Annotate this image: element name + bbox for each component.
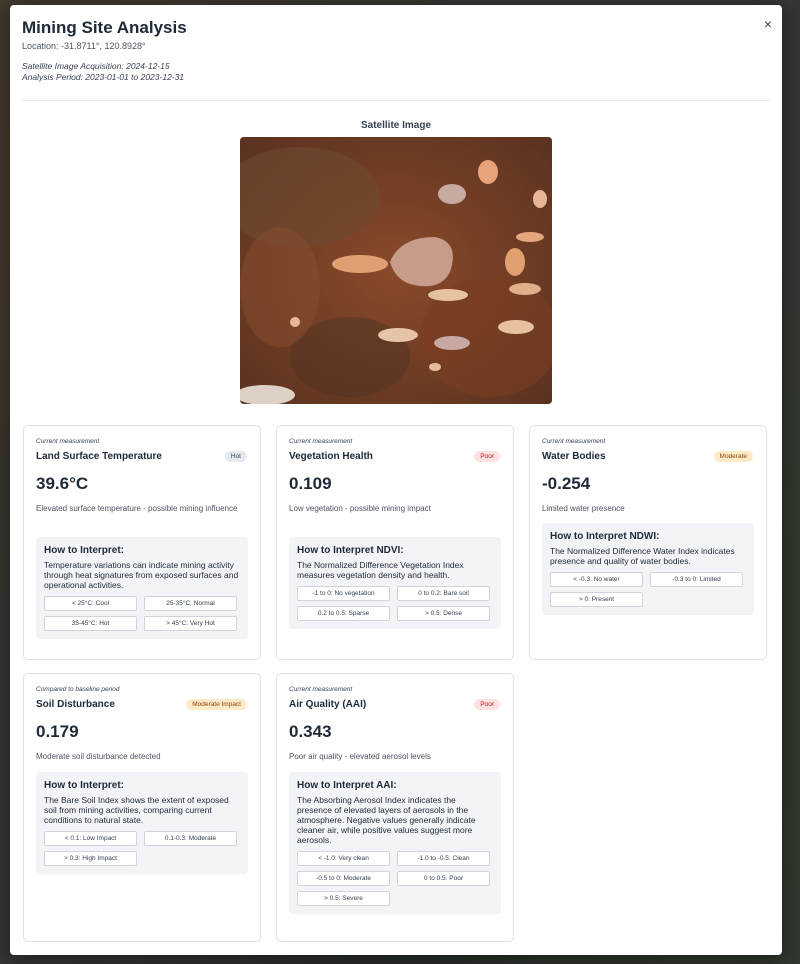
interpretation-text: The Bare Soil Index shows the extent of …	[44, 795, 229, 825]
interpretation-box: How to Interpret NDVI: The Normalized Di…	[289, 537, 501, 629]
range-chips: < -0.3: No water -0.3 to 0: Limited > 0:…	[550, 572, 746, 607]
range-chips: -1 to 0: No vegetation 0 to 0.2: Bare so…	[297, 586, 493, 621]
range-chip: > 0: Present	[550, 592, 643, 607]
card-vegetation-health: Current measurement Vegetation Health Po…	[276, 425, 514, 660]
metric-description: Low vegetation - possible mining impact	[289, 504, 431, 513]
interpretation-text: The Normalized Difference Vegetation Ind…	[297, 560, 464, 580]
range-chip: -1 to 0: No vegetation	[297, 586, 390, 601]
interpretation-box: How to Interpret AAI: The Absorbing Aero…	[289, 772, 501, 914]
card-title: Land Surface Temperature	[36, 451, 162, 462]
interpretation-heading: How to Interpret AAI:	[297, 780, 397, 791]
range-chip: > 0.3: High Impact	[44, 851, 137, 866]
location-text: Location: -31.8711°, 120.8928°	[22, 41, 146, 51]
status-badge: Poor	[474, 699, 500, 710]
range-chips: < 0.1: Low Impact 0.1-0.3: Moderate > 0.…	[44, 831, 240, 866]
card-soil-disturbance: Compared to baseline period Soil Disturb…	[23, 673, 261, 942]
range-chip: 0.2 to 0.5: Sparse	[297, 606, 390, 621]
metric-value: 0.109	[289, 474, 332, 493]
range-chip: < 25°C: Cool	[44, 596, 137, 611]
metric-value: 39.6°C	[36, 474, 89, 493]
interpretation-text: The Absorbing Aerosol Index indicates th…	[297, 795, 476, 845]
interpretation-text: The Normalized Difference Water Index in…	[550, 546, 735, 566]
range-chip: -0.5 to 0: Moderate	[297, 871, 390, 886]
range-chip: < -1.0: Very clean	[297, 851, 390, 866]
close-icon[interactable]: ×	[764, 17, 772, 31]
card-subtitle: Current measurement	[36, 438, 100, 445]
range-chip: > 0.5: Dense	[397, 606, 490, 621]
interpretation-heading: How to Interpret NDVI:	[297, 545, 404, 556]
interpretation-box: How to Interpret NDWI: The Normalized Di…	[542, 523, 754, 615]
satellite-image	[240, 137, 552, 404]
range-chip: > 0.5: Severe	[297, 891, 390, 906]
range-chip: 0.1-0.3: Moderate	[144, 831, 237, 846]
card-title: Soil Disturbance	[36, 699, 115, 710]
range-chips: < -1.0: Very clean -1.0 to -0.5: Clean -…	[297, 851, 493, 906]
metric-description: Moderate soil disturbance detected	[36, 752, 161, 761]
interpretation-heading: How to Interpret:	[44, 780, 124, 791]
card-land-surface-temperature: Current measurement Land Surface Tempera…	[23, 425, 261, 660]
acquisition-date: Satellite Image Acquisition: 2024-12-15	[22, 61, 170, 71]
interpretation-heading: How to Interpret:	[44, 545, 124, 556]
metric-description: Poor air quality - elevated aerosol leve…	[289, 752, 431, 761]
range-chip: > 45°C: Very Hot	[144, 616, 237, 631]
range-chip: < 0.1: Low Impact	[44, 831, 137, 846]
card-subtitle: Current measurement	[542, 438, 606, 445]
range-chip: 25-35°C: Normal	[144, 596, 237, 611]
range-chip: -0.3 to 0: Limited	[650, 572, 743, 587]
analysis-period: Analysis Period: 2023-01-01 to 2023-12-3…	[22, 72, 185, 82]
card-water-bodies: Current measurement Water Bodies Moderat…	[529, 425, 767, 660]
interpretation-box: How to Interpret: The Bare Soil Index sh…	[36, 772, 248, 874]
metric-description: Limited water presence	[542, 504, 625, 513]
card-air-quality: Current measurement Air Quality (AAI) Po…	[276, 673, 514, 942]
status-badge: Moderate	[713, 451, 753, 462]
range-chip: < -0.3: No water	[550, 572, 643, 587]
header-divider	[22, 100, 770, 101]
card-title: Vegetation Health	[289, 451, 373, 462]
status-badge: Moderate Impact	[186, 699, 247, 710]
analysis-modal: × Mining Site Analysis Location: -31.871…	[10, 5, 782, 955]
metric-value: -0.254	[542, 474, 591, 493]
metric-description: Elevated surface temperature - possible …	[36, 504, 238, 513]
interpretation-text: Temperature variations can indicate mini…	[44, 560, 239, 590]
range-chip: 35-45°C: Hot	[44, 616, 137, 631]
card-subtitle: Current measurement	[289, 438, 353, 445]
metric-value: 0.343	[289, 722, 332, 741]
card-title: Air Quality (AAI)	[289, 699, 367, 710]
interpretation-heading: How to Interpret NDWI:	[550, 531, 660, 542]
card-title: Water Bodies	[542, 451, 606, 462]
satellite-image-title: Satellite Image	[360, 120, 432, 131]
card-subtitle: Current measurement	[289, 686, 353, 693]
interpretation-box: How to Interpret: Temperature variations…	[36, 537, 248, 639]
range-chip: 0 to 0.5: Poor	[397, 871, 490, 886]
range-chip: -1.0 to -0.5: Clean	[397, 851, 490, 866]
card-subtitle: Compared to baseline period	[36, 686, 120, 693]
range-chip: 0 to 0.2: Bare soil	[397, 586, 490, 601]
acquisition-meta: Satellite Image Acquisition: 2024-12-15 …	[22, 61, 184, 83]
status-badge: Poor	[474, 451, 500, 462]
range-chips: < 25°C: Cool 25-35°C: Normal 35-45°C: Ho…	[44, 596, 240, 631]
modal-title: Mining Site Analysis	[22, 18, 187, 37]
status-badge: Hot	[224, 451, 247, 462]
metric-value: 0.179	[36, 722, 79, 741]
